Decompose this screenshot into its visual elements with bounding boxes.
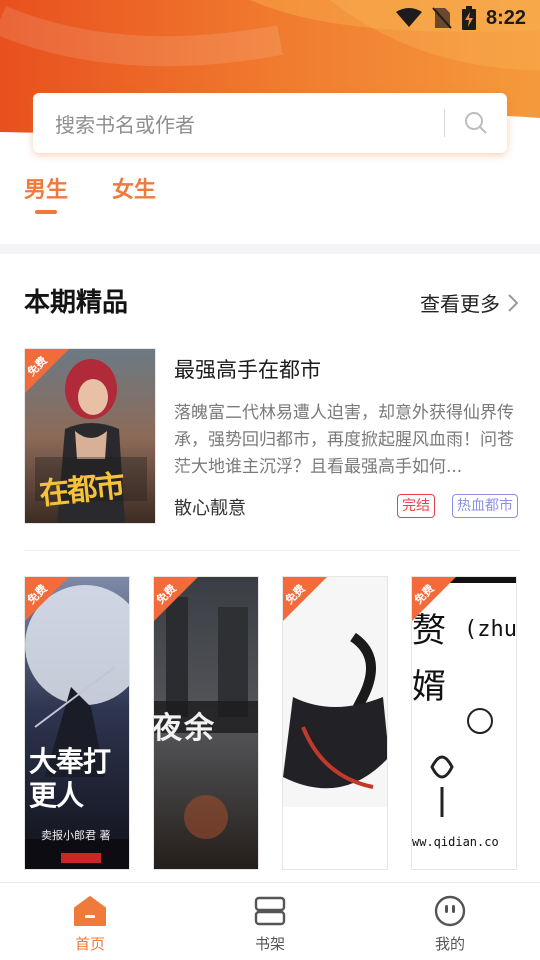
- search-button[interactable]: [445, 93, 507, 153]
- featured-book-author: 散心靓意: [174, 498, 246, 519]
- nav-home[interactable]: 首页: [0, 883, 180, 960]
- book-cover-pinyin: (zhu: [464, 617, 517, 642]
- free-badge: 免费: [412, 577, 456, 621]
- wifi-icon: [395, 8, 422, 27]
- view-more-link[interactable]: 查看更多: [420, 288, 518, 317]
- nav-profile[interactable]: 我的: [360, 883, 540, 960]
- book-cover-title: 夜余: [153, 711, 216, 746]
- nav-bookshelf-label: 书架: [254, 935, 285, 953]
- status-time: 8:22: [485, 6, 526, 29]
- section-title: 本期精品: [24, 288, 129, 318]
- featured-book-title[interactable]: 最强高手在都市: [174, 354, 321, 384]
- battery-charging-icon: [461, 6, 476, 30]
- genre-tag: 热血都市: [452, 494, 518, 518]
- book-cover[interactable]: 赘婿 (zhu ww.qidian.co 免费: [411, 576, 517, 870]
- book-cover-title: 大奉打更人: [29, 745, 111, 812]
- no-sim-icon: [432, 7, 452, 29]
- search-icon: [465, 112, 487, 134]
- search-input[interactable]: 搜索书名或作者: [33, 109, 444, 138]
- book-cover-author: 卖报小郎君 著: [41, 829, 111, 842]
- featured-cover-title: 在都市: [37, 468, 125, 513]
- chevron-right-icon: [508, 293, 518, 312]
- nav-profile-label: 我的: [434, 935, 465, 953]
- free-badge: 免费: [154, 577, 198, 621]
- book-cover[interactable]: 夜余 免费: [153, 576, 259, 870]
- list-divider: [24, 550, 520, 551]
- book-cover[interactable]: 大奉打更人 卖报小郎君 著 免费: [24, 576, 130, 870]
- home-icon: [74, 896, 106, 926]
- gender-tabs: 男生 女生: [24, 172, 156, 216]
- book-cover[interactable]: 免费: [282, 576, 388, 870]
- tab-male[interactable]: 男生: [24, 172, 68, 216]
- tab-female[interactable]: 女生: [112, 172, 156, 216]
- status-bar: 8:22: [0, 0, 540, 36]
- section-divider: [0, 244, 540, 254]
- nav-bookshelf[interactable]: 书架: [180, 883, 360, 960]
- bookshelf-icon: [254, 896, 286, 926]
- search-bar[interactable]: 搜索书名或作者: [33, 93, 507, 153]
- bottom-nav: 首页 书架 我的: [0, 882, 540, 960]
- featured-book-cover[interactable]: 在都市 免费: [24, 348, 156, 524]
- free-badge: 免费: [283, 577, 327, 621]
- featured-book-description: 落魄富二代林易遭人迫害，却意外获得仙界传承，强势回归都市，再度掀起腥风血雨！问苍…: [174, 403, 514, 477]
- book-cover-url: ww.qidian.co: [412, 835, 499, 849]
- view-more-label: 查看更多: [420, 292, 500, 316]
- free-badge: 免费: [25, 349, 69, 393]
- nav-home-label: 首页: [74, 935, 105, 953]
- status-tag: 完结: [397, 494, 435, 518]
- profile-icon: [434, 895, 466, 927]
- free-badge: 免费: [25, 577, 69, 621]
